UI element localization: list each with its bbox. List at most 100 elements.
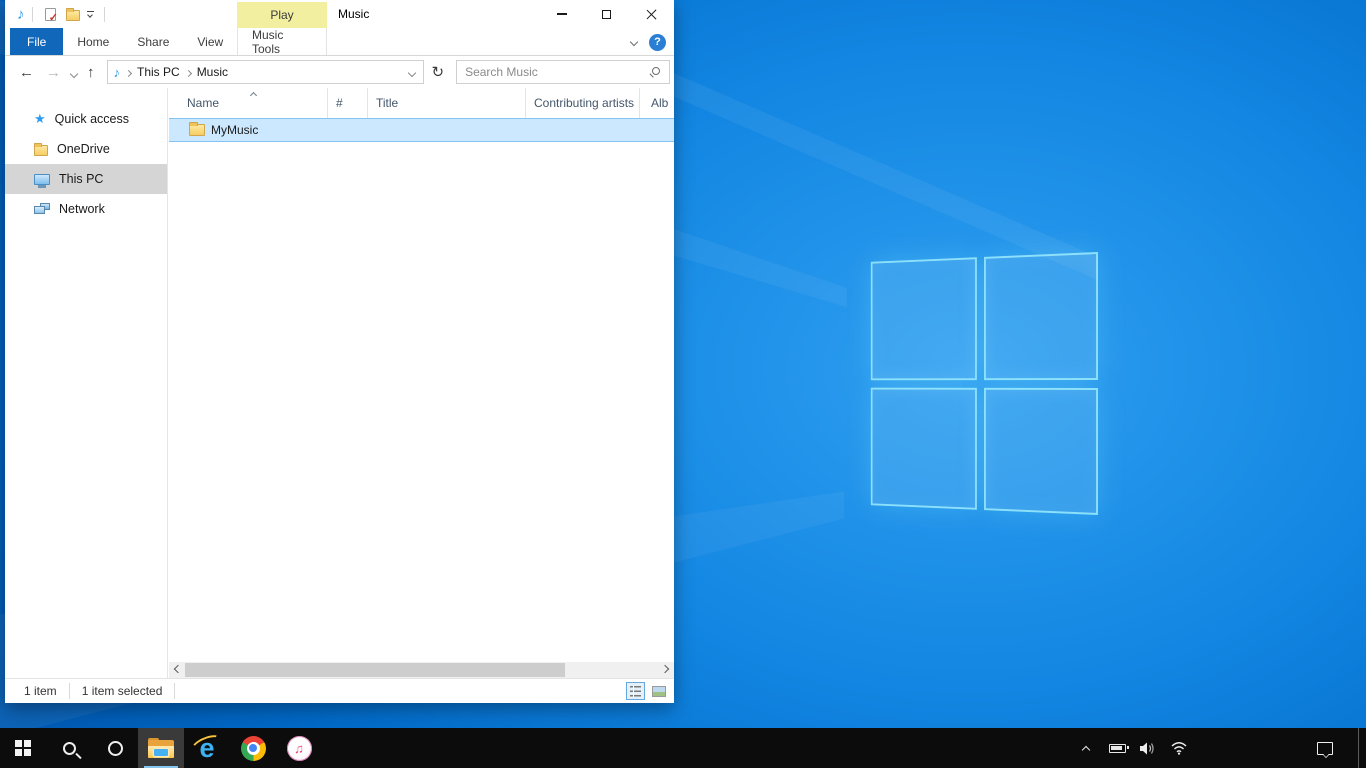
document-check-icon [45, 8, 56, 21]
navigation-pane: ★ Quick access OneDrive This PC Network [5, 88, 168, 678]
taskbar-search-button[interactable] [46, 728, 92, 768]
sidebar-item-label: This PC [59, 172, 103, 186]
refresh-button[interactable]: ↻ [424, 63, 453, 81]
scroll-right-button[interactable] [661, 665, 669, 673]
window-title: Music [338, 0, 369, 28]
show-desktop-button[interactable] [1358, 728, 1366, 768]
file-list-pane: Name # Title Contributing artists Alb My… [169, 88, 674, 678]
windows-logo-icon [15, 740, 31, 756]
monitor-icon [34, 174, 50, 185]
view-toggle-buttons [626, 682, 668, 700]
horizontal-scrollbar[interactable] [169, 662, 674, 678]
taskbar-internet-explorer-button[interactable]: e [184, 728, 230, 768]
internet-explorer-icon: e [193, 734, 221, 762]
column-header-album[interactable]: Alb [640, 88, 674, 118]
column-headers: Name # Title Contributing artists Alb [169, 88, 674, 118]
column-header-contributing-artists[interactable]: Contributing artists [526, 88, 640, 118]
expand-ribbon-button[interactable] [630, 38, 638, 46]
search-icon [63, 742, 76, 755]
divider [32, 7, 33, 22]
close-icon [646, 9, 657, 20]
windows-logo-pane [984, 252, 1098, 380]
address-box[interactable]: ♪ This PC Music [107, 60, 424, 84]
file-row-mymusic[interactable]: MyMusic [169, 118, 674, 142]
forward-button[interactable]: → [40, 64, 67, 81]
details-view-button[interactable] [626, 682, 645, 700]
file-explorer-icon [148, 738, 174, 758]
selection-count: 1 item selected [70, 683, 176, 699]
ribbon-right-controls: ? [631, 28, 666, 56]
scrollbar-thumb[interactable] [185, 663, 565, 677]
chevron-down-icon [70, 70, 78, 78]
taskbar-itunes-button[interactable]: ♫ [276, 728, 322, 768]
qat-properties-button[interactable] [42, 5, 60, 23]
tab-home[interactable]: Home [63, 28, 123, 55]
windows-logo-pane [984, 387, 1098, 515]
column-header-number[interactable]: # [328, 88, 368, 118]
tab-share[interactable]: Share [123, 28, 183, 55]
file-rows: MyMusic [169, 118, 674, 662]
network-icon [34, 203, 50, 215]
action-center-button[interactable] [1313, 728, 1337, 768]
tab-music-tools[interactable]: Music Tools [237, 28, 327, 55]
file-explorer-window: ♪ Play Music File Home Share View Music … [5, 0, 674, 703]
chevron-down-icon [87, 12, 93, 18]
windows-logo-pane [871, 257, 977, 380]
sidebar-item-label: Network [59, 202, 105, 216]
divider [104, 7, 105, 22]
search-input[interactable] [465, 65, 645, 79]
sidebar-item-network[interactable]: Network [5, 194, 167, 224]
wifi-icon [1170, 741, 1188, 755]
help-button[interactable]: ? [649, 34, 666, 51]
cortana-button[interactable] [92, 728, 138, 768]
sidebar-item-onedrive[interactable]: OneDrive [5, 134, 167, 164]
volume-tray-button[interactable] [1136, 728, 1160, 768]
speaker-icon [1139, 741, 1158, 756]
scroll-left-button[interactable] [174, 665, 182, 673]
column-header-title[interactable]: Title [368, 88, 526, 118]
folder-icon [34, 145, 48, 156]
recent-locations-button[interactable] [67, 66, 81, 80]
chrome-icon [241, 736, 266, 761]
tab-view[interactable]: View [183, 28, 237, 55]
close-button[interactable] [629, 0, 674, 28]
battery-tray-button[interactable] [1105, 728, 1129, 768]
breadcrumb-this-pc[interactable]: This PC [137, 65, 180, 79]
breadcrumb-chevron-icon [125, 69, 132, 76]
back-button[interactable]: ← [13, 64, 40, 81]
start-button[interactable] [0, 728, 46, 768]
sidebar-item-this-pc[interactable]: This PC [5, 164, 167, 194]
qat-customize-button[interactable] [87, 11, 94, 18]
sidebar-item-quick-access[interactable]: ★ Quick access [5, 104, 167, 134]
minimize-button[interactable] [539, 0, 584, 28]
chevron-up-icon [1082, 745, 1090, 753]
desktop: ♪ Play Music File Home Share View Music … [0, 0, 1366, 768]
thumbnail-view-icon [652, 686, 666, 697]
folder-icon [66, 10, 80, 21]
maximize-button[interactable] [584, 0, 629, 28]
large-icons-view-button[interactable] [649, 682, 668, 700]
app-music-note-icon: ♪ [17, 6, 25, 23]
column-header-name[interactable]: Name [169, 88, 328, 118]
tab-file[interactable]: File [10, 28, 63, 55]
details-view-icon [630, 686, 641, 697]
network-tray-button[interactable] [1167, 728, 1191, 768]
up-button[interactable]: ↑ [81, 64, 101, 81]
address-dropdown-button[interactable] [407, 69, 415, 77]
windows-logo-pane [871, 387, 977, 510]
hidden-icons-button[interactable] [1074, 728, 1098, 768]
cortana-circle-icon [108, 741, 123, 756]
taskbar-chrome-button[interactable] [230, 728, 276, 768]
maximize-icon [602, 10, 611, 19]
qat-new-folder-button[interactable] [64, 5, 82, 23]
sidebar-item-label: OneDrive [57, 142, 110, 156]
contextual-tab-group-play[interactable]: Play [237, 2, 327, 28]
taskbar-file-explorer-button[interactable] [138, 728, 184, 768]
window-controls [539, 0, 674, 28]
breadcrumb-chevron-icon [185, 69, 192, 76]
file-name: MyMusic [211, 123, 258, 137]
itunes-icon: ♫ [287, 736, 312, 761]
ribbon-tabs: File Home Share View Music Tools ? [5, 28, 674, 56]
breadcrumb-music[interactable]: Music [197, 65, 228, 79]
battery-icon [1109, 744, 1126, 753]
